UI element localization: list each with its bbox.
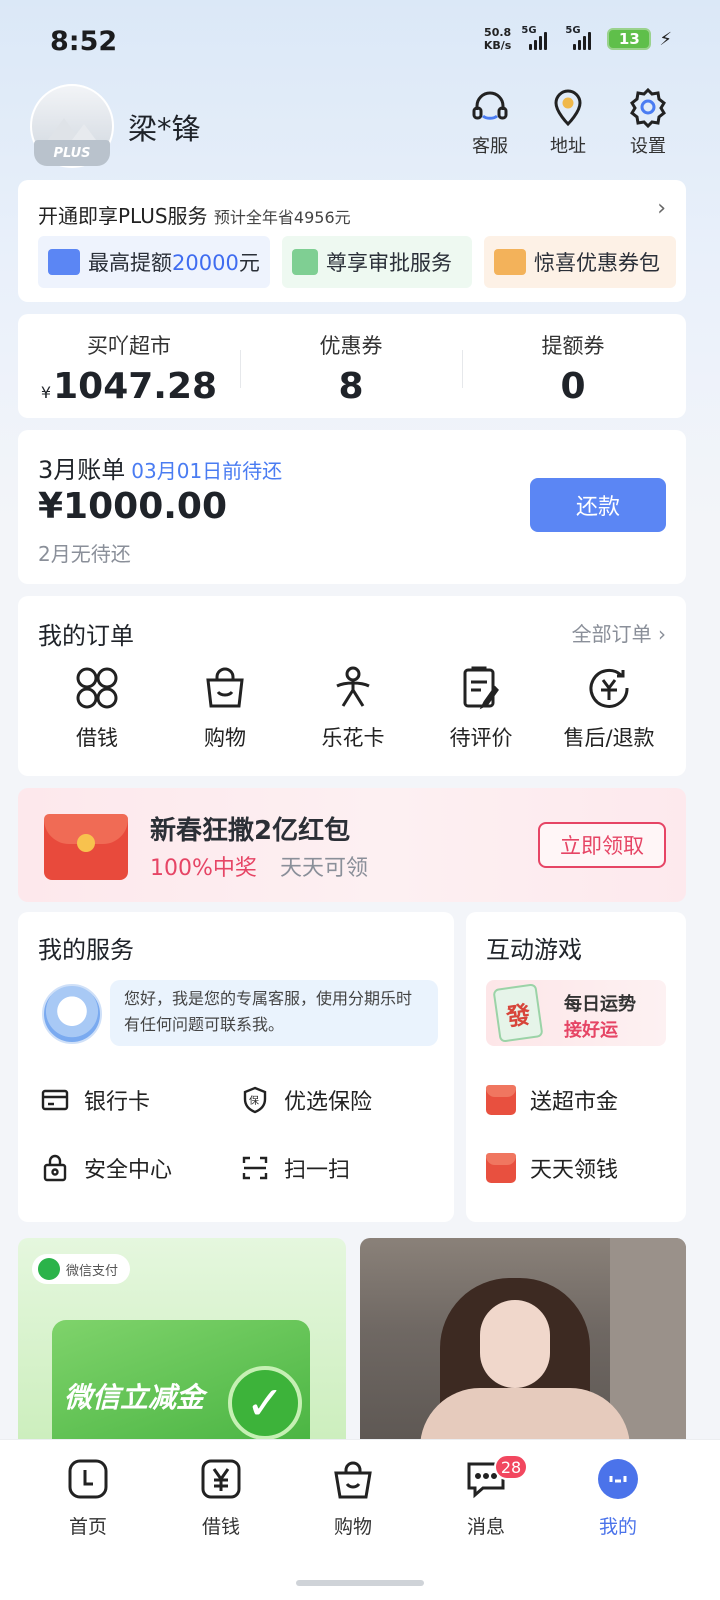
wechat-pay-tag: 微信支付 — [32, 1254, 131, 1284]
shopping-bag-icon — [206, 667, 244, 708]
unread-badge: 28 — [494, 1454, 528, 1480]
orders-title: 我的订单 — [38, 622, 134, 650]
signal-icon: 5G — [519, 25, 555, 50]
yen-icon — [201, 1459, 241, 1499]
services-card: 我的服务 您好，我是您的专属客服，使用分期乐时有任何问题可联系我。 银行卡 保 … — [18, 912, 454, 1222]
assistant-bot-icon[interactable] — [42, 984, 102, 1044]
perk-approval[interactable]: 尊享审批服务 — [282, 236, 472, 288]
bill-card[interactable]: 3月账单 03月01日前待还 ¥1000.00 2月无待还 还款 — [18, 430, 686, 584]
check-icon: ✓ — [228, 1366, 302, 1440]
service-insurance[interactable]: 保 优选保险 — [240, 1084, 372, 1116]
all-orders-link[interactable]: 全部订单 › — [572, 618, 666, 647]
service-security-center[interactable]: 安全中心 — [40, 1152, 172, 1184]
home-clock-icon — [68, 1459, 108, 1499]
coupon-icon — [494, 249, 526, 275]
customer-service-button[interactable]: 客服 — [458, 86, 522, 158]
username[interactable]: 梁*锋 — [128, 106, 201, 148]
home-indicator — [296, 1580, 424, 1586]
settings-button[interactable]: 设置 — [616, 86, 680, 158]
banner-highlight: 100%中奖 — [150, 856, 257, 881]
bank-card-icon — [41, 1089, 69, 1111]
network-speed: 50.8 KB/s — [483, 26, 512, 52]
red-envelope-icon — [486, 1153, 516, 1183]
feed-card-wechat[interactable]: 微信支付 微信立减金 ✓ — [18, 1238, 346, 1468]
banner-subtext: 天天可领 — [280, 856, 369, 881]
shield-bao-icon: 保 — [243, 1086, 267, 1114]
perk-coupon-pack[interactable]: 惊喜优惠券包 — [484, 236, 676, 288]
plus-badge: PLUS — [34, 140, 110, 166]
nav-loan[interactable]: 借钱 — [171, 1456, 271, 1539]
bill-title: 3月账单 — [38, 456, 126, 484]
address-button[interactable]: 地址 — [536, 86, 600, 158]
bill-due-date: 03月01日前待还 — [131, 459, 283, 483]
nav-profile[interactable]: 我的 — [568, 1456, 668, 1539]
gear-icon — [630, 87, 666, 128]
games-title: 互动游戏 — [486, 936, 582, 964]
svg-text:保: 保 — [249, 1094, 259, 1107]
four-petal-icon — [76, 667, 118, 709]
services-title: 我的服务 — [38, 936, 134, 964]
order-after-sales[interactable]: 售后/退款 — [544, 662, 674, 752]
signal-icon: 5G — [563, 25, 599, 50]
repay-button[interactable]: 还款 — [530, 478, 666, 532]
lock-icon — [43, 1154, 67, 1182]
bill-amount: ¥1000.00 — [38, 486, 228, 527]
bill-note: 2月无待还 — [38, 542, 131, 566]
promo-banner[interactable]: 新春狂撒2亿红包 100%中奖 天天可领 立即领取 — [18, 788, 686, 902]
game-daily-cash[interactable]: 天天领钱 — [486, 1152, 618, 1184]
charging-icon: ⚡ — [659, 28, 672, 50]
bottom-navigation: 首页 借钱 购物 28 消息 我的 — [0, 1440, 720, 1600]
stats-card: 买吖超市 ¥1047.28 优惠券 8 提额券 0 — [18, 314, 686, 418]
red-envelope-icon — [486, 1085, 516, 1115]
nav-shopping[interactable]: 购物 — [303, 1456, 403, 1539]
order-flower-card[interactable]: 乐花卡 — [288, 662, 418, 752]
daily-fortune-banner[interactable]: 發 每日运势 接好运 — [486, 980, 666, 1046]
mahjong-tile-icon: 發 — [492, 983, 544, 1043]
service-scan[interactable]: 扫一扫 — [240, 1152, 350, 1184]
flower-card-icon — [336, 666, 370, 707]
bag-icon — [334, 1461, 372, 1499]
battery-icon: 13 — [607, 28, 652, 50]
order-to-review[interactable]: 待评价 — [416, 662, 546, 752]
games-card: 互动游戏 發 每日运势 接好运 送超市金 天天领钱 — [466, 912, 686, 1222]
plus-title: 开通即享PLUS服务 预计全年省4956元 — [38, 204, 351, 228]
feed-card-photo[interactable] — [360, 1238, 686, 1468]
status-time: 8:52 — [50, 26, 118, 57]
order-shopping[interactable]: 购物 — [160, 662, 290, 752]
service-bank-card[interactable]: 银行卡 — [40, 1084, 150, 1116]
crown-icon — [48, 249, 80, 275]
red-envelope-icon — [44, 814, 128, 880]
nav-home[interactable]: 首页 — [38, 1456, 138, 1539]
stat-supermarket[interactable]: 买吖超市 ¥1047.28 — [18, 330, 240, 407]
profile-dot-icon — [598, 1459, 638, 1499]
stat-limit-coupons[interactable]: 提额券 0 — [462, 330, 684, 407]
clipboard-edit-icon — [463, 666, 499, 710]
order-loan[interactable]: 借钱 — [32, 662, 162, 752]
chevron-right-icon[interactable]: › — [657, 196, 666, 221]
wechat-coupon-title: 微信立减金 — [64, 1381, 205, 1414]
status-indicators: 50.8 KB/s 5G 5G 13 ⚡ — [483, 25, 672, 52]
assistant-message[interactable]: 您好，我是您的专属客服，使用分期乐时有任何问题可联系我。 — [110, 980, 438, 1046]
plus-card[interactable]: 开通即享PLUS服务 预计全年省4956元 › 最高提额20000元 尊享审批服… — [18, 180, 686, 302]
nav-messages[interactable]: 28 消息 — [436, 1454, 536, 1539]
claim-now-button[interactable]: 立即领取 — [538, 822, 666, 868]
wechat-pay-icon — [38, 1258, 60, 1280]
orders-card: 我的订单 全部订单 › 借钱 购物 乐花卡 待评价 售后/退款 — [18, 596, 686, 776]
headset-icon — [472, 91, 508, 120]
document-check-icon — [292, 249, 318, 275]
location-pin-icon — [554, 89, 582, 127]
perk-credit-limit[interactable]: 最高提额20000元 — [38, 236, 270, 288]
stat-coupons[interactable]: 优惠券 8 — [240, 330, 462, 407]
banner-title: 新春狂撒2亿红包 — [150, 816, 351, 846]
game-supermarket-gold[interactable]: 送超市金 — [486, 1084, 618, 1116]
scan-icon — [242, 1156, 268, 1180]
refund-icon — [589, 668, 629, 708]
